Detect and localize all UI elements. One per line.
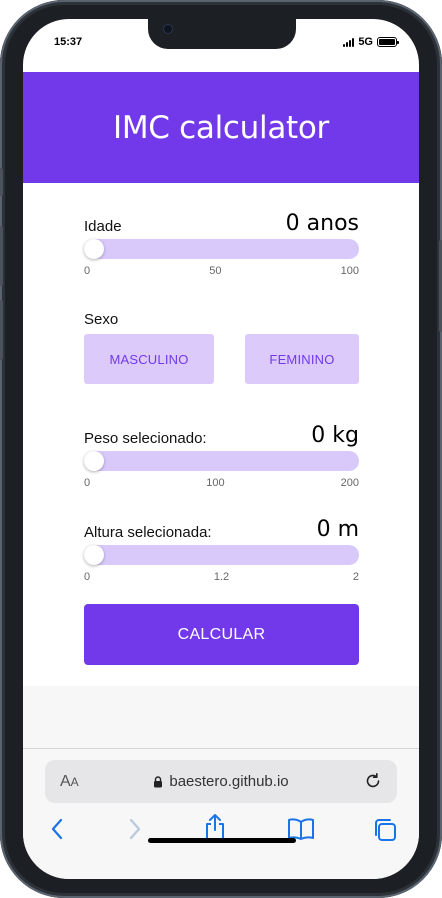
forward-icon[interactable] <box>127 817 143 841</box>
age-tick-mid: 50 <box>209 265 222 277</box>
safari-bottom-bar: AA baestero.github.io <box>23 748 419 879</box>
height-tick-min: 0 <box>84 571 91 583</box>
share-icon[interactable] <box>203 813 227 841</box>
page-footer-area <box>23 686 419 748</box>
male-button[interactable]: MASCULINO <box>84 334 214 384</box>
weight-tick-mid: 100 <box>206 477 225 489</box>
url-display[interactable]: baestero.github.io <box>45 773 397 790</box>
safari-toolbar <box>23 814 419 851</box>
app-title: IMC calculator <box>112 109 329 146</box>
age-ticks: 0 50 100 <box>84 265 359 277</box>
network-type: 5G <box>358 36 373 48</box>
weight-tick-min: 0 <box>84 477 91 489</box>
sex-label: Sexo <box>84 311 119 328</box>
weight-slider[interactable] <box>84 451 359 471</box>
phone-frame: 15:37 5G IMC calculator Idade 0 anos 0 5… <box>0 0 442 898</box>
height-ticks: 0 1.2 2 <box>84 571 359 583</box>
age-field: Idade 0 anos 0 50 100 <box>84 205 359 277</box>
front-camera <box>163 24 173 34</box>
weight-value: 0 kg <box>311 423 359 448</box>
height-field: Altura selecionada: 0 m 0 1.2 2 <box>84 511 359 583</box>
phone-action-button <box>0 168 3 196</box>
weight-ticks: 0 100 200 <box>84 477 359 489</box>
back-icon[interactable] <box>49 817 65 841</box>
age-tick-max: 100 <box>340 265 359 277</box>
calculate-button[interactable]: CALCULAR <box>84 604 359 665</box>
height-label: Altura selecionada: <box>84 524 212 541</box>
height-tick-mid: 1.2 <box>213 571 230 583</box>
battery-icon <box>377 37 399 47</box>
notch <box>148 19 296 49</box>
lock-icon <box>154 775 163 787</box>
female-button[interactable]: FEMININO <box>245 334 359 384</box>
signal-icon <box>343 37 355 47</box>
height-slider-thumb[interactable] <box>84 545 104 565</box>
age-slider-thumb[interactable] <box>84 239 104 259</box>
tabs-icon[interactable] <box>372 817 398 843</box>
height-slider[interactable] <box>84 545 359 565</box>
age-tick-min: 0 <box>84 265 91 277</box>
phone-volume-down-button <box>0 300 3 360</box>
height-tick-max: 2 <box>352 571 359 583</box>
weight-slider-thumb[interactable] <box>84 451 104 471</box>
phone-screen: 15:37 5G IMC calculator Idade 0 anos 0 5… <box>23 19 419 879</box>
weight-field: Peso selecionado: 0 kg 0 100 200 <box>84 417 359 489</box>
weight-label: Peso selecionado: <box>84 430 207 447</box>
text-size-large: A <box>60 772 71 790</box>
text-size-icon[interactable]: AA <box>60 773 79 791</box>
status-indicators: 5G <box>343 36 399 48</box>
text-size-small: A <box>70 774 79 789</box>
address-bar[interactable]: AA baestero.github.io <box>45 760 397 803</box>
height-value: 0 m <box>316 517 359 542</box>
form-area: Idade 0 anos 0 50 100 Sexo MASCULINO FEM… <box>23 183 419 686</box>
weight-tick-max: 200 <box>340 477 359 489</box>
age-slider[interactable] <box>84 239 359 259</box>
app-header: IMC calculator <box>23 72 419 183</box>
phone-volume-up-button <box>0 226 3 286</box>
url-text: baestero.github.io <box>169 773 289 790</box>
age-label: Idade <box>84 218 122 235</box>
age-value: 0 anos <box>285 211 359 236</box>
home-indicator <box>148 838 296 843</box>
status-time: 15:37 <box>54 36 83 48</box>
reload-icon[interactable] <box>363 771 383 791</box>
